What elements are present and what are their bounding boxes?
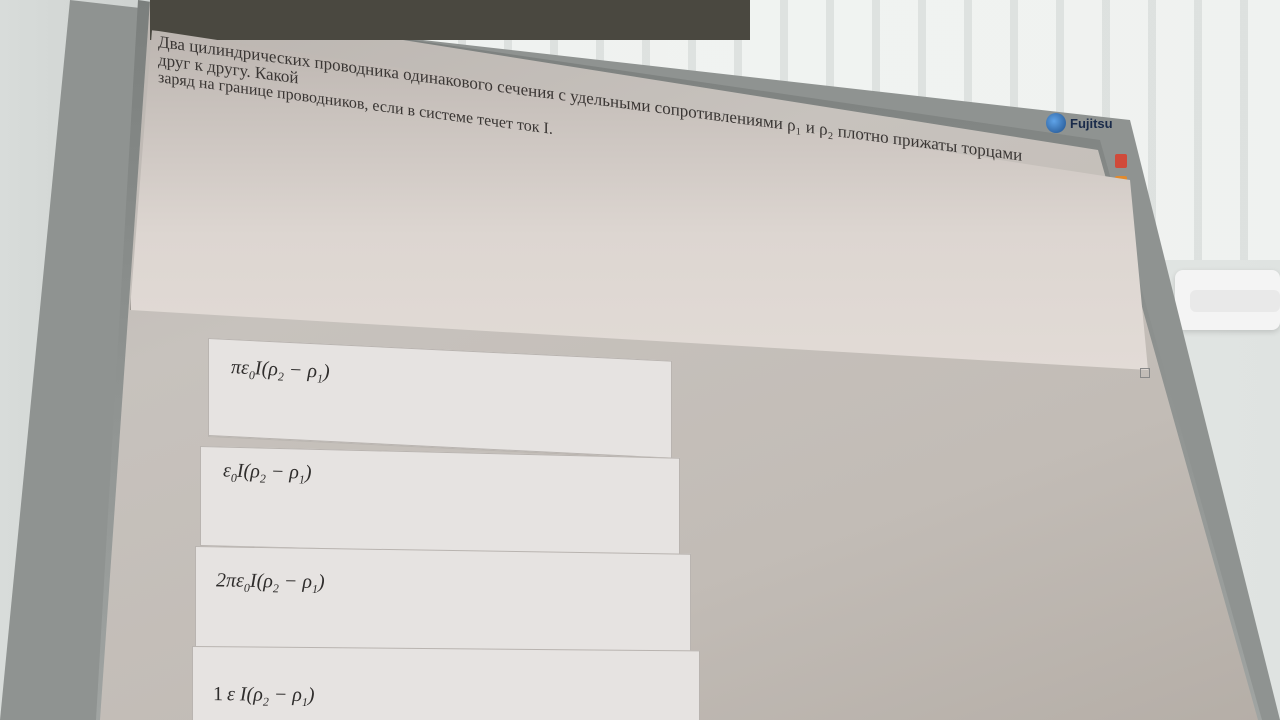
brand-label: Fujitsu: [1070, 115, 1113, 131]
answer-option-4[interactable]: 1ε I(ρ2 − ρ1): [192, 646, 700, 720]
brand-logo-icon: [1046, 113, 1066, 133]
resize-handle[interactable]: [1140, 368, 1150, 378]
answer-option-2[interactable]: ε0I(ρ2 − ρ1): [200, 446, 680, 558]
answer-formula: ε0I(ρ2 − ρ1): [223, 459, 312, 487]
answer-formula: πε0I(ρ2 − ρ1): [231, 356, 330, 386]
test-header-bar: [150, 0, 750, 40]
monitor-brand: Fujitsu: [1046, 110, 1116, 136]
osd-button-icon[interactable]: [1115, 154, 1127, 168]
answer-formula: 1ε I(ρ2 − ρ1): [213, 683, 315, 710]
answer-formula: 2πε0I(ρ2 − ρ1): [216, 569, 325, 596]
wall-bracket-arm: [1190, 290, 1280, 312]
